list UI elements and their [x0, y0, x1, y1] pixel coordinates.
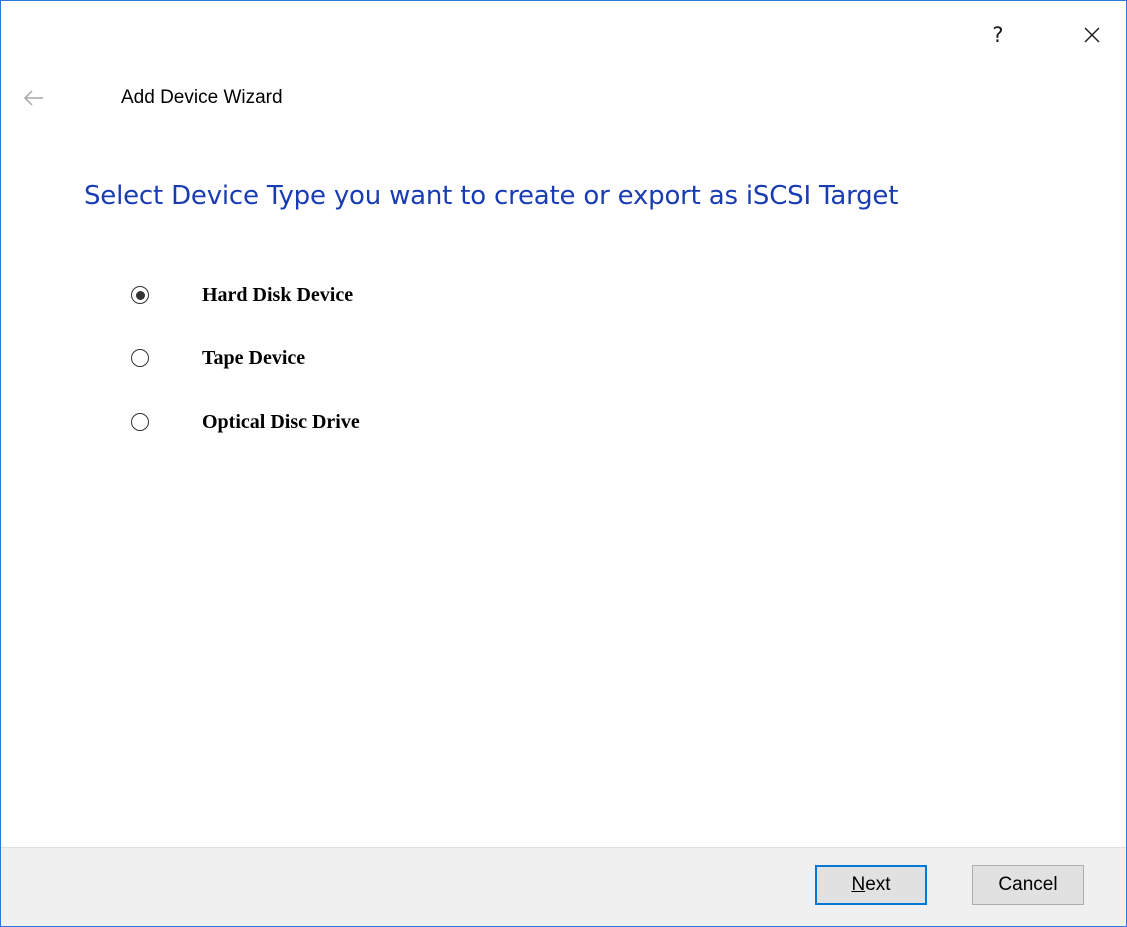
help-button[interactable]: ?: [978, 15, 1018, 55]
option-optical-disc-drive[interactable]: Optical Disc Drive: [131, 407, 360, 437]
footer-bar: Next Cancel: [1, 847, 1126, 926]
radio-optical-disc-drive[interactable]: [131, 413, 149, 431]
help-label: ?: [992, 23, 1004, 47]
option-label: Optical Disc Drive: [202, 410, 360, 433]
option-label: Tape Device: [202, 346, 306, 369]
radio-tape-device[interactable]: [131, 349, 149, 367]
close-icon: [1084, 27, 1100, 43]
option-hard-disk-device[interactable]: Hard Disk Device: [131, 280, 353, 310]
back-button[interactable]: [19, 85, 49, 111]
close-button[interactable]: [1072, 15, 1112, 55]
next-label-rest: ext: [865, 874, 891, 895]
radio-selected-dot: [135, 290, 145, 300]
next-button[interactable]: Next: [815, 865, 927, 905]
wizard-window: ? Add Device Wizard Select Device Type y…: [0, 0, 1127, 927]
option-tape-device[interactable]: Tape Device: [131, 343, 305, 373]
next-mnemonic: N: [851, 874, 866, 895]
back-arrow-icon: [23, 90, 43, 106]
page-heading: Select Device Type you want to create or…: [84, 181, 899, 211]
radio-hard-disk-device[interactable]: [131, 286, 149, 304]
cancel-label: Cancel: [998, 874, 1058, 895]
cancel-button[interactable]: Cancel: [972, 865, 1084, 905]
wizard-title: Add Device Wizard: [121, 87, 283, 108]
option-label: Hard Disk Device: [202, 283, 354, 306]
